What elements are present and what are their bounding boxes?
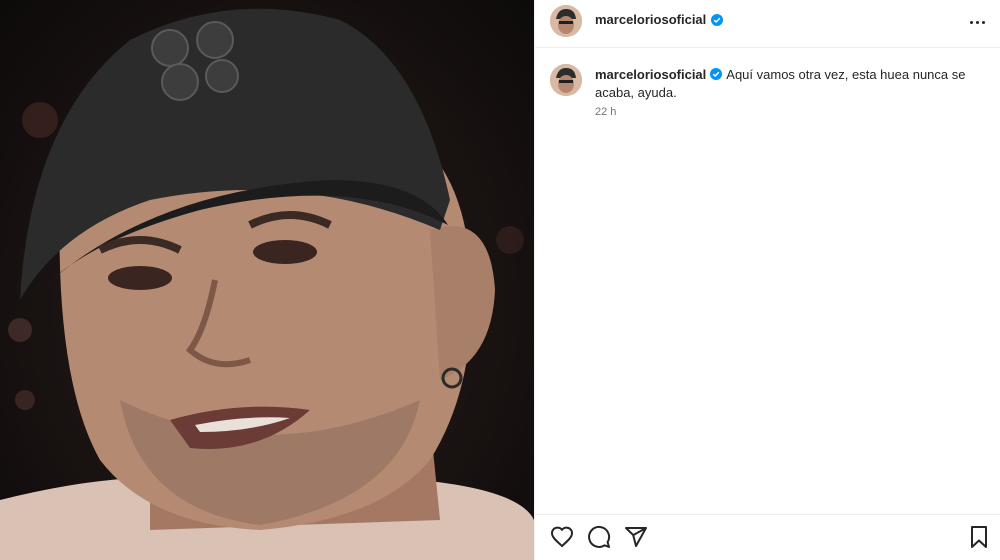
post-image — [0, 0, 534, 560]
post-side-panel: marceloriosoficial marceloriosoficial Aqu… — [534, 0, 1000, 560]
verified-badge-icon — [710, 68, 723, 80]
caption-text-block: marceloriosoficial Aquí vamos otra vez, e… — [595, 66, 980, 102]
post-timestamp[interactable]: 22 h — [595, 106, 616, 118]
author-username[interactable]: marceloriosoficial — [595, 12, 706, 27]
author-avatar[interactable] — [550, 5, 582, 37]
more-options-icon[interactable] — [965, 12, 989, 32]
heart-icon[interactable] — [550, 525, 574, 549]
verified-badge-icon — [711, 14, 723, 26]
post-header: marceloriosoficial — [535, 0, 1000, 48]
caption-author-avatar[interactable] — [550, 64, 582, 96]
post-photo-man-in-cap — [0, 8, 534, 560]
bookmark-icon[interactable] — [967, 525, 991, 549]
post-actions-bar — [535, 514, 1000, 560]
caption-username[interactable]: marceloriosoficial — [595, 67, 706, 82]
comment-icon[interactable] — [587, 525, 611, 549]
share-icon[interactable] — [624, 525, 648, 549]
